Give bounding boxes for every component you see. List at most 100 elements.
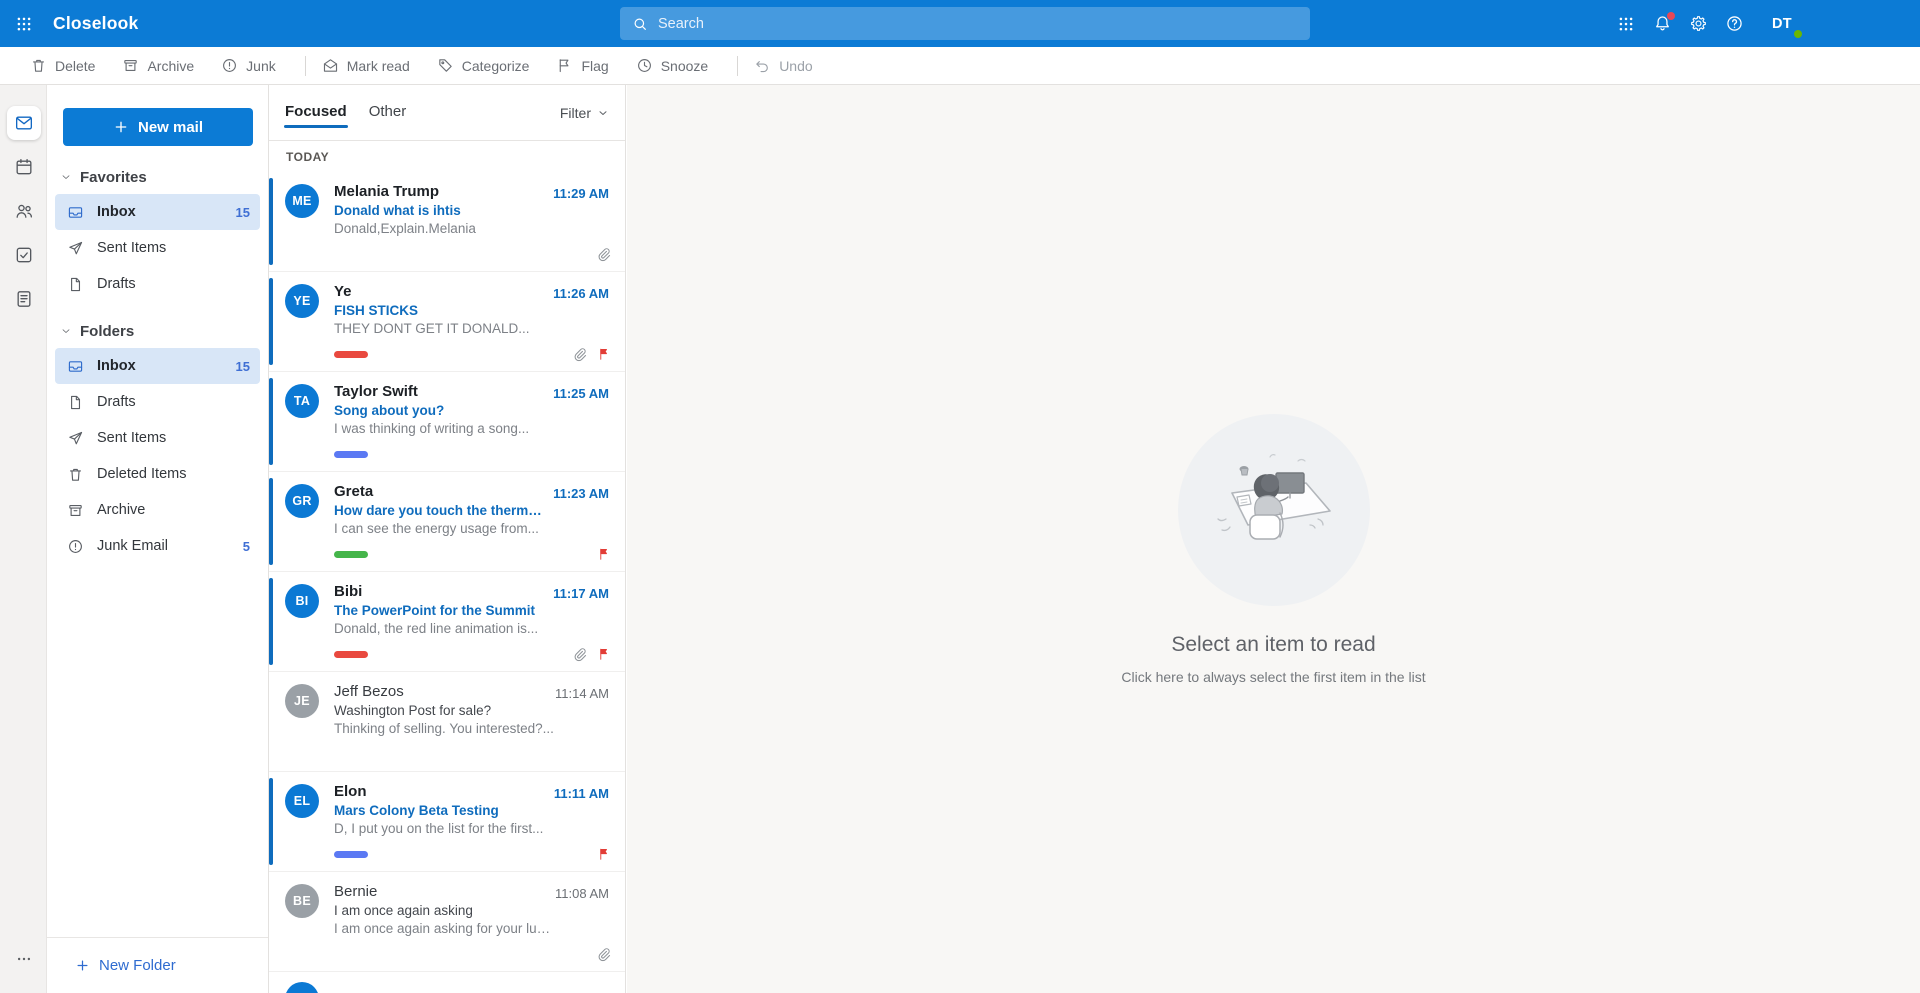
category-pill-red[interactable] (334, 651, 368, 658)
email-item-partial[interactable] (269, 972, 625, 991)
unread-indicator (269, 578, 273, 665)
folder-label: Sent Items (97, 240, 250, 256)
delete-button[interactable]: Delete (30, 57, 95, 74)
email-subject: How dare you touch the thermostat (334, 503, 545, 518)
folder-label: Deleted Items (97, 466, 250, 482)
flag-button[interactable]: Flag (556, 57, 608, 74)
tab-focused[interactable]: Focused (285, 103, 347, 128)
unread-indicator (269, 378, 273, 465)
section-title: Folders (80, 323, 134, 340)
email-item-greta[interactable]: GRGreta11:23 AMHow dare you touch the th… (269, 472, 625, 572)
gear-icon (1689, 14, 1708, 33)
email-item-melania-trump[interactable]: MEMelania Trump11:29 AMDonald what is ih… (269, 172, 625, 272)
folder-section-header-favorites[interactable]: Favorites (47, 160, 268, 194)
folder-item-junk-email[interactable]: Junk Email5 (55, 528, 260, 564)
settings-button[interactable] (1684, 10, 1712, 38)
email-item-bibi[interactable]: BIBibi11:17 AMThe PowerPoint for the Sum… (269, 572, 625, 672)
categorize-button[interactable]: Categorize (437, 57, 530, 74)
avatar: BI (285, 584, 319, 618)
folder-item-inbox[interactable]: Inbox15 (55, 348, 260, 384)
undo-button[interactable]: Undo (754, 57, 812, 74)
folder-item-sent-items[interactable]: Sent Items (55, 420, 260, 456)
email-subject: Mars Colony Beta Testing (334, 803, 545, 818)
app-grid-button[interactable] (1612, 10, 1640, 38)
new-folder-button[interactable]: New Folder (47, 937, 268, 993)
account-avatar[interactable]: DT (1764, 0, 1800, 47)
help-button[interactable] (1720, 10, 1748, 38)
category-pill-blue[interactable] (334, 851, 368, 858)
email-item-bernie[interactable]: BEBernie11:08 AMI am once again askingI … (269, 872, 625, 972)
paperclip-icon (571, 646, 587, 662)
paperclip-icon (595, 246, 611, 262)
email-sender: Melania Trump (334, 183, 545, 200)
email-sender: Ye (334, 283, 545, 300)
email-corner-icons (571, 646, 611, 662)
folder-item-sent-items[interactable]: Sent Items (55, 230, 260, 266)
archive-button[interactable]: Archive (122, 57, 194, 74)
email-meta-row (334, 546, 611, 562)
rail-more-button[interactable] (0, 947, 47, 971)
avatar-initials: TA (294, 394, 310, 408)
filter-button[interactable]: Filter (560, 105, 609, 121)
rail-item-tasks[interactable] (0, 233, 47, 277)
category-pill-red[interactable] (334, 351, 368, 358)
avatar: ME (285, 184, 319, 218)
clock-icon (636, 57, 653, 74)
category-pill-green[interactable] (334, 551, 368, 558)
search-bar[interactable] (620, 7, 1310, 40)
tag-icon (437, 57, 454, 74)
email-subject: FISH STICKS (334, 303, 545, 318)
toolbar-button-label: Junk (246, 58, 276, 74)
unread-count: 5 (243, 539, 250, 554)
mark-read-button[interactable]: Mark read (322, 57, 410, 74)
folder-item-inbox[interactable]: Inbox15 (55, 194, 260, 230)
folder-item-deleted-items[interactable]: Deleted Items (55, 456, 260, 492)
filter-label: Filter (560, 105, 591, 121)
avatar (285, 982, 319, 993)
junk-button[interactable]: Junk (221, 57, 276, 74)
top-bar: Closelook DT (0, 0, 1920, 47)
new-mail-button[interactable]: New mail (63, 108, 253, 146)
notes-icon (14, 289, 34, 309)
notification-badge (1667, 12, 1675, 20)
folder-section-header-folders[interactable]: Folders (47, 314, 268, 348)
people-icon (14, 201, 34, 221)
avatar: GR (285, 484, 319, 518)
folder-item-drafts[interactable]: Drafts (55, 266, 260, 302)
notifications-button[interactable] (1648, 10, 1676, 38)
chevron-down-icon (597, 107, 609, 119)
unread-indicator (269, 778, 273, 865)
mail-app: { "app": { "brand": "Closelook", "search… (0, 0, 1920, 993)
folder-item-drafts[interactable]: Drafts (55, 384, 260, 420)
flag-icon[interactable] (597, 547, 611, 561)
flag-icon[interactable] (597, 347, 611, 361)
email-item-jeff-bezos[interactable]: JEJeff Bezos11:14 AMWashington Post for … (269, 672, 625, 772)
email-subject: Donald what is ihtis (334, 203, 545, 218)
tab-other[interactable]: Other (369, 103, 407, 128)
email-time: 11:14 AM (555, 686, 609, 701)
email-preview: I was thinking of writing a song... (334, 421, 555, 436)
email-item-elon[interactable]: ELElon11:11 AMMars Colony Beta TestingD,… (269, 772, 625, 872)
app-launcher-button[interactable] (0, 0, 47, 47)
email-item-ye[interactable]: YEYe11:26 AMFISH STICKSTHEY DONT GET IT … (269, 272, 625, 372)
email-item-taylor-swift[interactable]: TATaylor Swift11:25 AMSong about you?I w… (269, 372, 625, 472)
email-preview: D, I put you on the list for the first..… (334, 821, 555, 836)
calendar-icon (14, 157, 34, 177)
flag-icon[interactable] (597, 847, 611, 861)
email-time: 11:26 AM (553, 286, 609, 301)
rail-item-mail[interactable] (0, 101, 47, 145)
unread-indicator (269, 278, 273, 365)
rail-item-notes[interactable] (0, 277, 47, 321)
email-corner-icons (571, 346, 611, 362)
search-input[interactable] (658, 16, 1298, 32)
rail-item-calendar[interactable] (0, 145, 47, 189)
folder-item-archive[interactable]: Archive (55, 492, 260, 528)
category-pill-blue[interactable] (334, 451, 368, 458)
select-first-item-link[interactable]: Click here to always select the first it… (1121, 669, 1425, 685)
snooze-button[interactable]: Snooze (636, 57, 708, 74)
avatar-initials: BE (293, 894, 311, 908)
email-preview: Donald,Explain.Melania (334, 221, 555, 236)
email-time: 11:23 AM (553, 486, 609, 501)
flag-icon[interactable] (597, 647, 611, 661)
rail-item-people[interactable] (0, 189, 47, 233)
